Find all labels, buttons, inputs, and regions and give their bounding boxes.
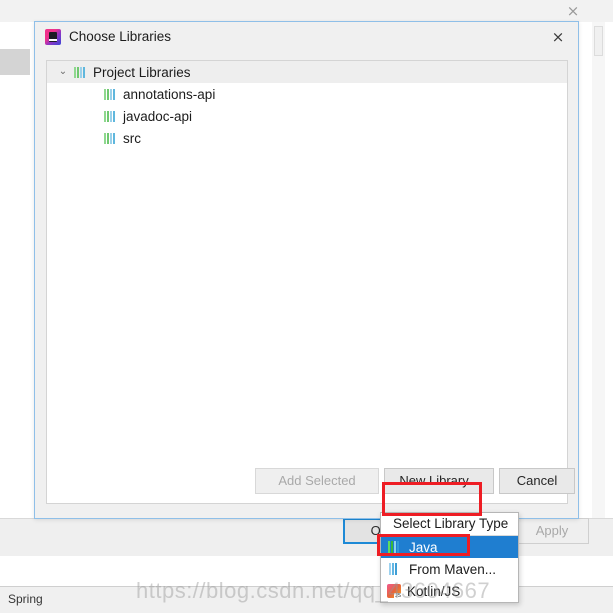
menu-item-java[interactable]: Java	[381, 536, 518, 558]
screen: × OK Apply Spring Choose Libraries × ⌄ P…	[0, 0, 613, 613]
cancel-button[interactable]: Cancel	[499, 468, 575, 494]
maven-icon	[387, 562, 403, 576]
vertical-scrollbar-thumb[interactable]	[594, 26, 603, 56]
ide-content-gap	[0, 556, 613, 586]
status-bar: Spring	[0, 586, 613, 613]
status-bar-label: Spring	[8, 592, 43, 606]
java-icon	[387, 540, 403, 554]
kotlin-js-icon	[387, 584, 402, 599]
library-icon	[73, 66, 87, 79]
tree-item-label: annotations-api	[123, 86, 216, 102]
library-icon	[103, 110, 117, 123]
library-icon	[103, 88, 117, 101]
tree-item-annotations-api[interactable]: annotations-api	[47, 83, 567, 105]
tree-item-label: src	[123, 130, 141, 146]
menu-item-label: Java	[409, 539, 438, 555]
tree-node-label: Project Libraries	[93, 64, 191, 80]
menu-item-from-maven[interactable]: From Maven...	[381, 558, 518, 580]
ide-left-panel	[0, 75, 34, 518]
new-library-button[interactable]: New Library...	[384, 468, 494, 494]
chevron-down-icon[interactable]: ⌄	[55, 61, 71, 83]
tree-item-src[interactable]: src	[47, 127, 567, 149]
menu-item-label: From Maven...	[409, 561, 497, 577]
libraries-tree[interactable]: ⌄ Project Libraries annotations-api java…	[46, 60, 568, 504]
settings-apply-button[interactable]: Apply	[515, 518, 589, 544]
tree-item-javadoc-api[interactable]: javadoc-api	[47, 105, 567, 127]
vertical-scrollbar-track[interactable]	[592, 22, 605, 518]
library-icon	[103, 132, 117, 145]
add-selected-button[interactable]: Add Selected	[255, 468, 379, 494]
intellij-idea-icon	[45, 29, 61, 45]
ide-top-strip	[0, 0, 613, 22]
select-library-type-menu[interactable]: Select Library Type Java From Maven... K…	[380, 512, 519, 603]
menu-header: Select Library Type	[381, 513, 518, 536]
close-icon[interactable]: ×	[548, 27, 568, 47]
dialog-title: Choose Libraries	[69, 29, 172, 44]
menu-item-label: Kotlin/JS	[407, 583, 461, 599]
tree-item-label: javadoc-api	[123, 108, 193, 124]
dialog-title-bar: Choose Libraries ×	[35, 22, 578, 53]
choose-libraries-dialog: Choose Libraries × ⌄ Project Libraries a…	[34, 21, 579, 519]
ide-left-selected-item[interactable]	[0, 49, 30, 75]
menu-item-kotlin-js[interactable]: Kotlin/JS	[381, 580, 518, 602]
window-close-icon[interactable]: ×	[561, 2, 585, 20]
tree-node-project-libraries[interactable]: ⌄ Project Libraries	[47, 61, 567, 83]
